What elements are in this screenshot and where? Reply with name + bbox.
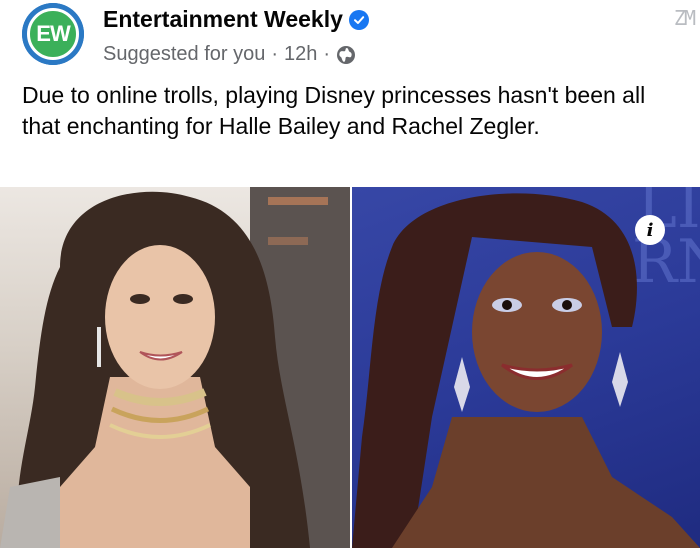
photo-left-illustration [0,187,350,548]
page-name-link[interactable]: Entertainment Weekly [103,6,343,33]
page-name-row: Entertainment Weekly [103,6,369,33]
post-photos[interactable]: LI RN [0,187,700,548]
verified-badge-icon [348,9,369,30]
page-avatar[interactable]: EW [22,3,84,65]
ew-logo: EW [27,8,79,60]
post-time[interactable]: 12h [284,43,317,66]
photo-left[interactable] [0,187,350,548]
meta-separator-2: · [323,43,331,65]
meta-separator: · [271,43,279,65]
globe-icon [336,45,356,65]
post-caption: Due to online trolls, playing Disney pri… [22,82,646,139]
watermark-logo: ZM [673,6,696,30]
suggested-label: Suggested for you [103,43,266,65]
post-meta: Suggested for you · 12h · [103,43,356,66]
info-icon[interactable]: i [635,215,665,245]
post-header: EW Entertainment Weekly Suggested for yo… [0,0,700,80]
